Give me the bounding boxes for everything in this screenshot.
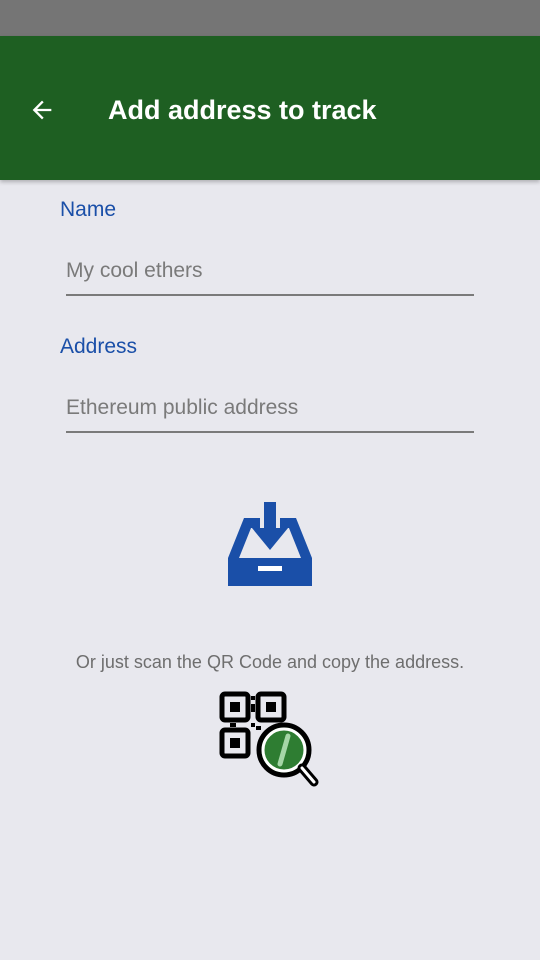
status-bar (0, 0, 540, 36)
page-title: Add address to track (108, 95, 377, 125)
name-input[interactable] (66, 248, 474, 296)
qr-scan-search-icon[interactable] (218, 690, 322, 790)
address-label: Address (60, 335, 138, 358)
arrow-back-icon (32, 100, 52, 120)
address-input[interactable] (66, 385, 474, 433)
name-label: Name (60, 198, 117, 221)
app-bar: Add address to track (0, 36, 540, 180)
scan-hint-text: Or just scan the QR Code and copy the ad… (75, 652, 465, 672)
back-button[interactable] (24, 92, 60, 128)
inbox-download-icon[interactable] (226, 500, 314, 588)
